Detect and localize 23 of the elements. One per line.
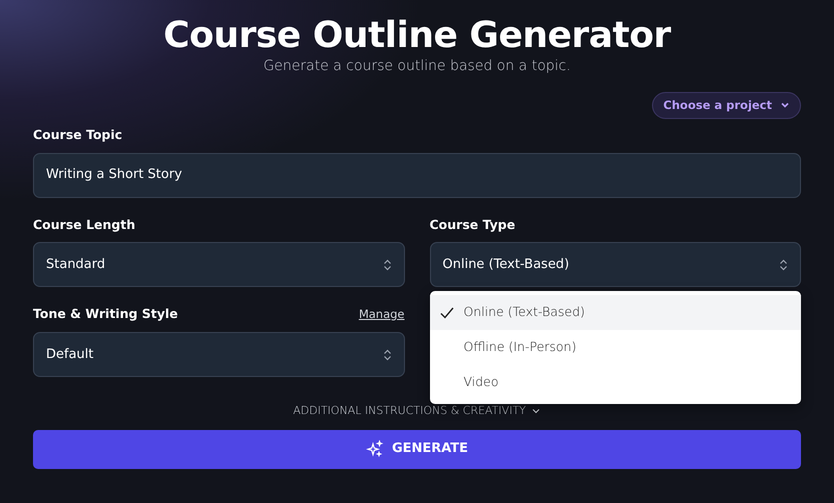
up-down-icon bbox=[382, 258, 392, 271]
dropdown-option[interactable]: Offline (In-Person) bbox=[430, 330, 801, 366]
generate-button[interactable]: GENERATE bbox=[33, 430, 801, 469]
chevron-down-icon bbox=[780, 100, 790, 110]
field-label: Course Type bbox=[430, 216, 516, 234]
up-down-icon bbox=[779, 258, 788, 271]
check-icon bbox=[440, 306, 454, 319]
page-subtitle: Generate a course outline based on a topic. bbox=[262, 56, 572, 76]
field-label: Tone & Writing Style bbox=[33, 305, 178, 324]
sparkles-icon bbox=[366, 440, 384, 458]
select-field[interactable]: Standard bbox=[33, 242, 404, 288]
dropdown-option[interactable]: Online (Text-Based) bbox=[430, 295, 801, 330]
up-down-icon bbox=[382, 348, 392, 361]
field-label: Course Length bbox=[33, 216, 136, 234]
field-label: Course Topic bbox=[33, 126, 124, 144]
additional-instructions-toggle[interactable]: ADDITIONAL INSTRUCTIONS & CREATIVITY bbox=[293, 403, 541, 420]
manage-link[interactable]: Manage bbox=[358, 306, 404, 324]
dropdown-option[interactable]: Video bbox=[430, 365, 801, 400]
select-field[interactable]: Online (Text-Based) bbox=[430, 242, 801, 288]
select-field[interactable]: Default bbox=[33, 332, 404, 378]
text-input-field[interactable]: Writing a Short Story bbox=[33, 152, 801, 198]
page-title: Course Outline Generator bbox=[162, 16, 672, 56]
project-dropdown-button[interactable]: Choose a project bbox=[652, 92, 801, 119]
